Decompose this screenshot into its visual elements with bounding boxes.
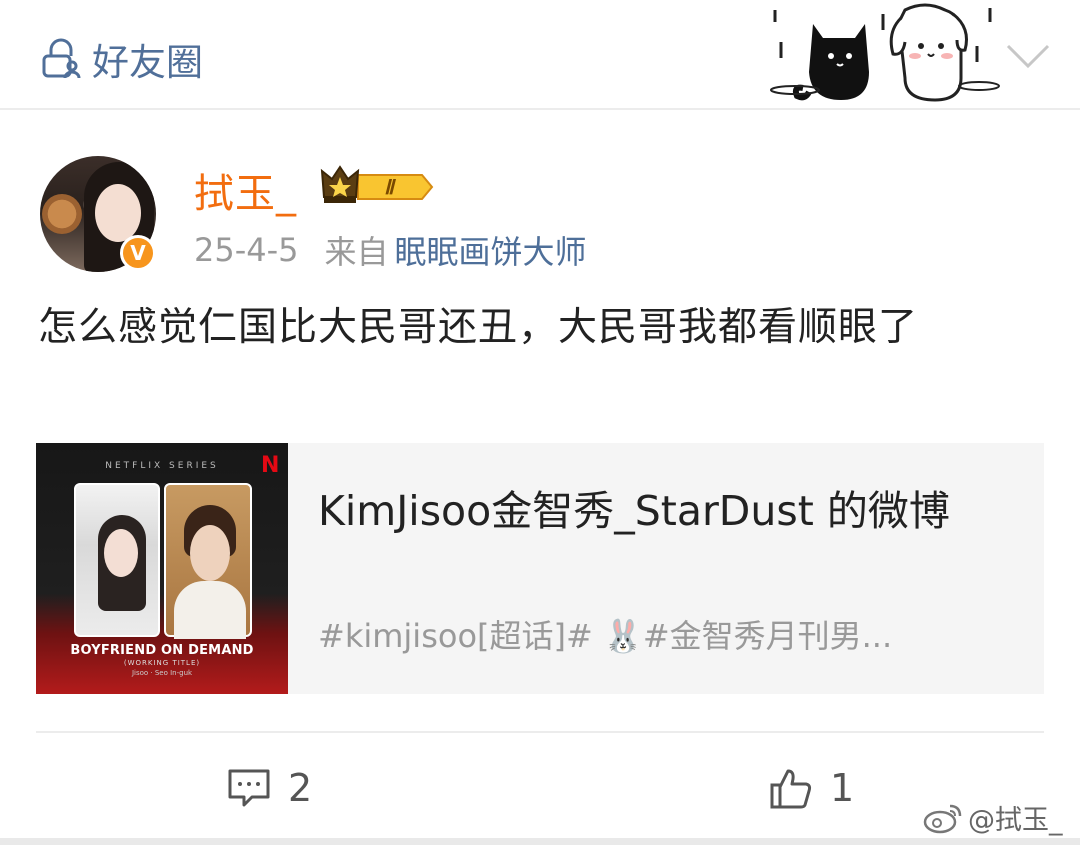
link-card[interactable]: NETFLIX SERIES N BOYFRIEND ON DEMAND (WO…	[36, 443, 1044, 694]
weibo-watermark: @拭玉_	[922, 798, 1063, 837]
thumbnail-series-label: NETFLIX SERIES	[105, 461, 219, 471]
thumbs-up-icon	[770, 769, 812, 809]
comment-icon	[228, 769, 270, 807]
source-prefix: 来自	[324, 233, 389, 271]
post-date: 25-4-5	[194, 231, 299, 269]
verified-badge-icon: V	[120, 235, 156, 271]
thumbnail-photo-left	[74, 483, 160, 637]
comment-count: 2	[288, 766, 313, 810]
link-card-thumbnail: NETFLIX SERIES N BOYFRIEND ON DEMAND (WO…	[36, 443, 288, 694]
comment-button[interactable]: 2	[226, 760, 312, 816]
link-card-description: #kimjisoo[超话]# 🐰#金智秀月刊男...	[318, 617, 893, 655]
username[interactable]: 拭玉_	[194, 161, 297, 219]
weibo-logo-icon	[923, 804, 962, 833]
lock-people-icon	[42, 38, 81, 79]
link-card-title: KimJisoo金智秀_StarDust 的微博	[318, 487, 950, 535]
thumbnail-working-title: (WORKING TITLE)	[123, 659, 201, 667]
source-app-link[interactable]: 眠眠画饼大师	[395, 227, 587, 273]
thumbnail-cast: Jisoo · Seo In-guk	[131, 669, 193, 677]
thumbnail-show-title: BOYFRIEND ON DEMAND	[70, 643, 254, 658]
cat-dog-sticker	[770, 3, 1000, 102]
chevron-down-icon[interactable]	[1004, 38, 1052, 72]
like-button[interactable]: 1	[768, 760, 854, 816]
bottom-strip	[0, 838, 1080, 845]
netflix-logo-icon: N	[261, 453, 280, 478]
post-text: 怎么感觉仁国比大民哥还丑，大民哥我都看顺眼了	[38, 305, 919, 350]
post-header: V 拭玉_ Ⅱ 25-4-5 来自 眠眠画饼大师	[40, 153, 1040, 273]
visibility-selector[interactable]: 好友圈	[38, 34, 203, 84]
visibility-label: 好友圈	[92, 41, 203, 84]
watermark-text: @拭玉_	[968, 805, 1063, 836]
divider	[36, 731, 1044, 733]
like-count: 1	[830, 766, 855, 810]
post-meta: 25-4-5 来自 眠眠画饼大师	[194, 227, 587, 273]
top-bar: 好友圈	[0, 0, 1080, 110]
thumbnail-photo-right	[164, 483, 252, 639]
vip-crown-badge-icon[interactable]: Ⅱ	[318, 163, 434, 207]
